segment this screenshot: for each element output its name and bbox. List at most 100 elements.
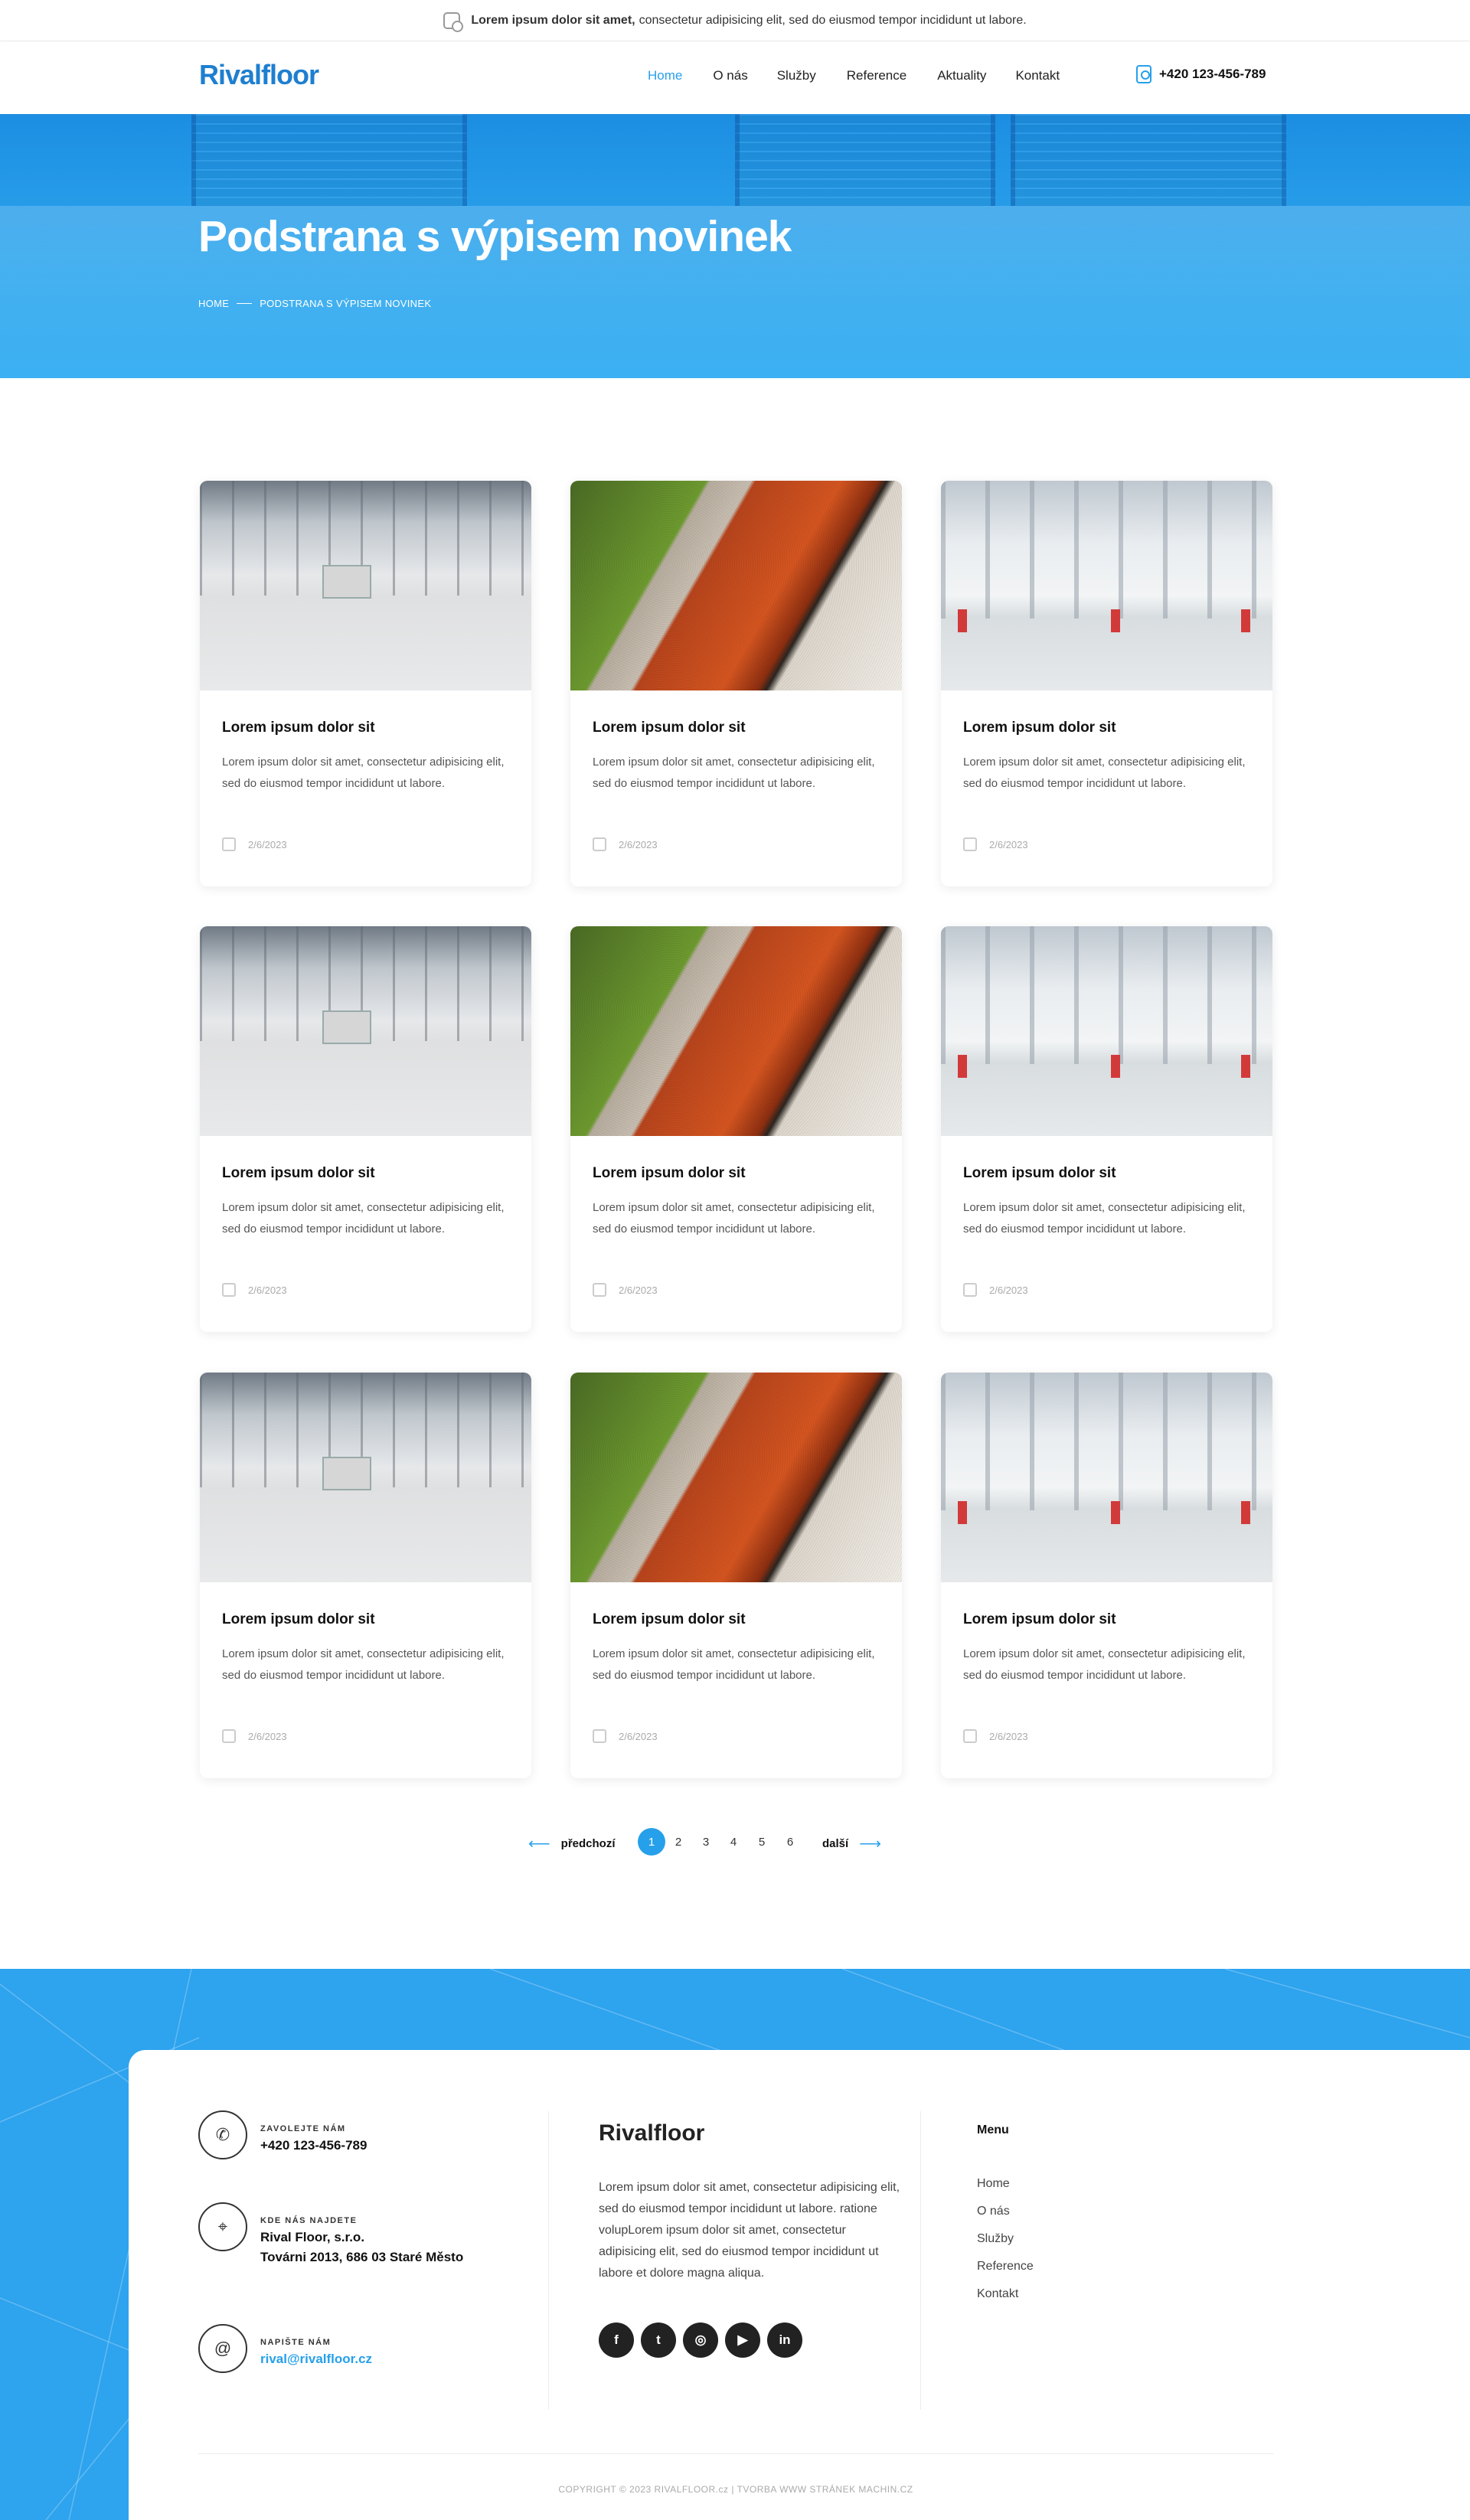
post-image[interactable] <box>570 1373 902 1582</box>
twitter-icon[interactable]: t <box>641 2323 676 2358</box>
post-image[interactable] <box>941 1373 1272 1582</box>
main-nav: Home O nás Služby Reference Aktuality Ko… <box>648 68 1060 83</box>
post-date: 2/6/2023 <box>222 1283 287 1297</box>
footer-menu-kontakt[interactable]: Kontakt <box>977 2287 1018 2301</box>
footer-bottom-divider <box>198 2453 1273 2454</box>
post-date: 2/6/2023 <box>963 1283 1028 1297</box>
post-excerpt: Lorem ipsum dolor sit amet, consectetur … <box>222 1201 505 1236</box>
post-image[interactable] <box>200 481 531 690</box>
top-info-bold: Lorem ipsum dolor sit amet, <box>471 13 635 27</box>
pagination-prev-label: předchozí <box>560 1837 616 1850</box>
pagination-page[interactable]: 3 <box>692 1828 720 1856</box>
footer-description: Lorem ipsum dolor sit amet, consectetur … <box>599 2181 900 2280</box>
breadcrumb-current: PODSTRANA S VÝPISEM NOVINEK <box>260 298 432 309</box>
pagination-page[interactable]: 6 <box>776 1828 804 1856</box>
nav-reference[interactable]: Reference <box>847 68 906 83</box>
post-title[interactable]: Lorem ipsum dolor sit <box>222 1611 375 1628</box>
post-date: 2/6/2023 <box>222 1729 287 1743</box>
footer-divider <box>920 2111 921 2410</box>
pagination-page[interactable]: 4 <box>720 1828 747 1856</box>
footer-menu-home[interactable]: Home <box>977 2177 1010 2191</box>
post-excerpt: Lorem ipsum dolor sit amet, consectetur … <box>963 756 1246 790</box>
linkedin-icon[interactable]: in <box>767 2323 802 2358</box>
post-title[interactable]: Lorem ipsum dolor sit <box>222 720 375 736</box>
breadcrumb: HOME PODSTRANA S VÝPISEM NOVINEK <box>198 298 431 309</box>
top-info-text: consectetur adipisicing elit, sed do eiu… <box>639 13 1027 27</box>
post-title[interactable]: Lorem ipsum dolor sit <box>963 1165 1116 1182</box>
facebook-icon[interactable]: f <box>599 2323 634 2358</box>
post-date: 2/6/2023 <box>963 837 1028 851</box>
arrow-right-icon: ⟶ <box>859 1836 881 1852</box>
post-image[interactable] <box>200 1373 531 1582</box>
hero-banner: Podstrana s výpisem novinek HOME PODSTRA… <box>0 114 1470 378</box>
calendar-icon <box>222 1729 236 1743</box>
post-image[interactable] <box>941 481 1272 690</box>
post-title[interactable]: Lorem ipsum dolor sit <box>593 720 746 736</box>
pagination-page[interactable]: 5 <box>748 1828 776 1856</box>
header-phone[interactable]: +420 123-456-789 <box>1136 65 1266 83</box>
post-card[interactable]: Lorem ipsum dolor sit Lorem ipsum dolor … <box>200 926 531 1332</box>
post-card[interactable]: Lorem ipsum dolor sit Lorem ipsum dolor … <box>200 481 531 886</box>
post-excerpt: Lorem ipsum dolor sit amet, consectetur … <box>963 1647 1246 1682</box>
post-date-text: 2/6/2023 <box>989 1284 1028 1296</box>
site-header: Rivalfloor Home O nás Služby Reference A… <box>0 42 1470 114</box>
post-title[interactable]: Lorem ipsum dolor sit <box>963 720 1116 736</box>
post-title[interactable]: Lorem ipsum dolor sit <box>222 1165 375 1182</box>
post-image[interactable] <box>570 481 902 690</box>
nav-kontakt[interactable]: Kontakt <box>1015 68 1060 83</box>
post-date: 2/6/2023 <box>963 1729 1028 1743</box>
footer-address-line1: Rival Floor, s.r.o. <box>260 2230 365 2244</box>
calendar-icon <box>222 837 236 851</box>
breadcrumb-home[interactable]: HOME <box>198 298 229 309</box>
footer-menu-sluzby[interactable]: Služby <box>977 2232 1014 2246</box>
footer-mail-value[interactable]: rival@rivalfloor.cz <box>260 2349 372 2369</box>
post-date: 2/6/2023 <box>593 1729 658 1743</box>
logo[interactable]: Rivalfloor <box>199 59 319 91</box>
calendar-icon <box>593 837 606 851</box>
nav-aktuality[interactable]: Aktuality <box>937 68 986 83</box>
post-card[interactable]: Lorem ipsum dolor sit Lorem ipsum dolor … <box>941 926 1272 1332</box>
post-card[interactable]: Lorem ipsum dolor sit Lorem ipsum dolor … <box>200 1373 531 1778</box>
pagination-page-current[interactable]: 1 <box>638 1828 665 1856</box>
instagram-icon[interactable]: ◎ <box>683 2323 718 2358</box>
post-image[interactable] <box>570 926 902 1136</box>
footer-brand: Rivalfloor <box>599 2120 705 2146</box>
footer-mail-label: NAPIŠTE NÁM <box>260 2338 332 2347</box>
post-card[interactable]: Lorem ipsum dolor sit Lorem ipsum dolor … <box>570 481 902 886</box>
post-date-text: 2/6/2023 <box>989 838 1028 850</box>
nav-home[interactable]: Home <box>648 68 682 83</box>
hero-door-graphic <box>1011 114 1286 206</box>
post-excerpt: Lorem ipsum dolor sit amet, consectetur … <box>222 1647 505 1682</box>
post-card[interactable]: Lorem ipsum dolor sit Lorem ipsum dolor … <box>570 1373 902 1778</box>
post-date-text: 2/6/2023 <box>248 1730 287 1742</box>
post-title[interactable]: Lorem ipsum dolor sit <box>593 1611 746 1628</box>
pagination-page[interactable]: 2 <box>665 1828 692 1856</box>
pagination-next[interactable]: další ⟶ <box>822 1834 881 1853</box>
hero-door-graphic <box>191 114 467 206</box>
nav-sluzby[interactable]: Služby <box>777 68 816 83</box>
page-title: Podstrana s výpisem novinek <box>198 212 792 261</box>
post-card[interactable]: Lorem ipsum dolor sit Lorem ipsum dolor … <box>570 926 902 1332</box>
post-title[interactable]: Lorem ipsum dolor sit <box>593 1165 746 1182</box>
breadcrumb-separator <box>237 303 253 304</box>
youtube-icon[interactable]: ▶ <box>725 2323 760 2358</box>
footer-call-label: ZAVOLEJTE NÁM <box>260 2124 346 2133</box>
post-date-text: 2/6/2023 <box>619 1730 658 1742</box>
copyright: COPYRIGHT © 2023 RIVALFLOOR.cz | TVORBA … <box>558 2484 913 2495</box>
post-date: 2/6/2023 <box>593 1283 658 1297</box>
post-image[interactable] <box>941 926 1272 1136</box>
footer-call-value[interactable]: +420 123-456-789 <box>260 2136 367 2156</box>
post-card[interactable]: Lorem ipsum dolor sit Lorem ipsum dolor … <box>941 1373 1272 1778</box>
post-excerpt: Lorem ipsum dolor sit amet, consectetur … <box>593 1647 875 1682</box>
footer-menu-o-nas[interactable]: O nás <box>977 2205 1010 2218</box>
pagination-prev[interactable]: ⟵ předchozí <box>528 1834 616 1853</box>
post-card[interactable]: Lorem ipsum dolor sit Lorem ipsum dolor … <box>941 481 1272 886</box>
footer-address-label: KDE NÁS NAJDETE <box>260 2216 358 2225</box>
post-date-text: 2/6/2023 <box>248 1284 287 1296</box>
footer-card: ✆ ZAVOLEJTE NÁM +420 123-456-789 ⌖ KDE N… <box>129 2050 1470 2520</box>
post-title[interactable]: Lorem ipsum dolor sit <box>963 1611 1116 1628</box>
nav-o-nas[interactable]: O nás <box>713 68 747 83</box>
post-image[interactable] <box>200 926 531 1136</box>
footer-menu-reference[interactable]: Reference <box>977 2260 1034 2274</box>
calendar-icon <box>963 1729 977 1743</box>
